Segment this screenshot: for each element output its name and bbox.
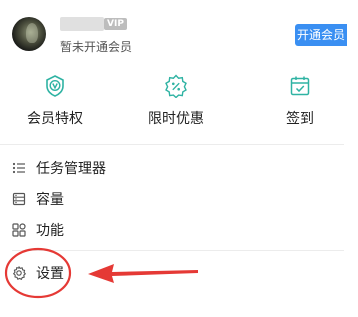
v-shield-icon	[46, 75, 64, 97]
menu-item-storage[interactable]: 容量	[12, 188, 64, 210]
menu-item-label: 设置	[36, 266, 64, 282]
section-divider	[0, 144, 344, 145]
grid-icon	[12, 223, 26, 237]
avatar[interactable]	[12, 17, 46, 51]
quick-action-limited-offer[interactable]: 限时优惠	[131, 74, 221, 128]
menu-item-settings[interactable]: 设置	[12, 262, 64, 284]
menu-item-features[interactable]: 功能	[12, 219, 64, 241]
discount-badge-icon	[165, 74, 187, 98]
vip-badge: VIP	[104, 18, 127, 30]
quick-action-label: 会员特权	[27, 111, 83, 127]
member-status: 暂未开通会员	[60, 40, 133, 54]
menu-item-label: 功能	[36, 223, 64, 239]
quick-action-label: 限时优惠	[148, 111, 204, 127]
menu-item-task-manager[interactable]: 任务管理器	[12, 157, 106, 179]
quick-action-vip-privileges[interactable]: 会员特权	[10, 74, 100, 128]
calendar-check-icon	[290, 76, 310, 96]
username-redacted	[60, 17, 104, 31]
open-vip-button[interactable]: 开通会员	[295, 24, 347, 46]
annotation-arrow	[88, 264, 198, 283]
storage-icon	[12, 192, 26, 206]
menu-item-label: 容量	[36, 192, 64, 208]
gear-icon	[13, 266, 26, 280]
quick-action-checkin[interactable]: 签到	[255, 74, 345, 128]
quick-action-label: 签到	[286, 111, 314, 127]
menu-item-label: 任务管理器	[36, 161, 106, 177]
menu-divider	[12, 250, 344, 251]
task-list-icon	[12, 162, 25, 174]
